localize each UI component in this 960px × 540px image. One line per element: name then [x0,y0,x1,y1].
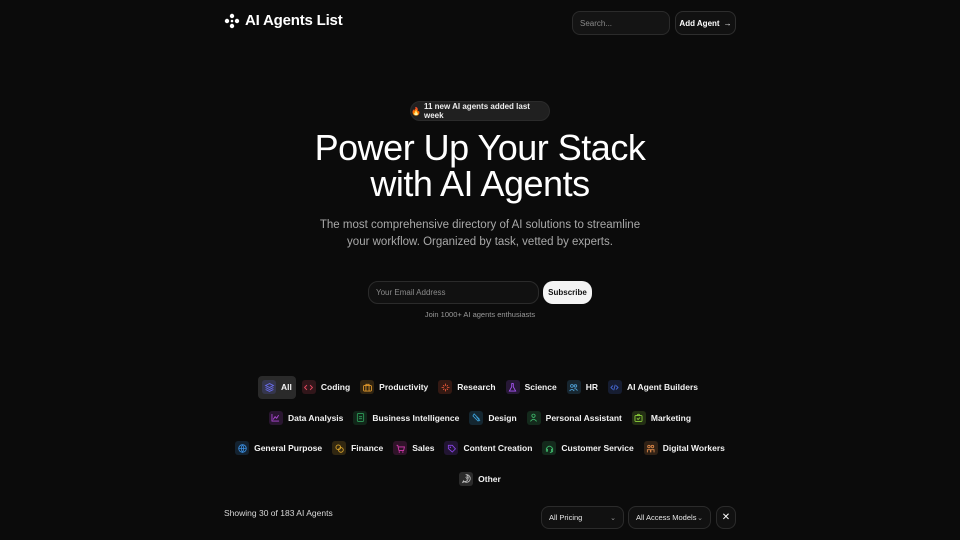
layers-icon [262,380,276,395]
category-label: Science [524,382,557,393]
category-data-analysis[interactable]: Data Analysis [265,407,347,430]
pricing-select[interactable]: All Pricing ⌄ [541,506,624,529]
access-model-select[interactable]: All Access Models ⌄ [628,506,711,529]
category-label: All [281,382,292,393]
category-research[interactable]: Research [434,376,499,399]
users-icon [566,380,581,395]
search-input[interactable] [572,11,670,35]
category-coding[interactable]: Coding [298,376,354,399]
category-content-creation[interactable]: Content Creation [440,437,536,460]
category-label: General Purpose [254,443,323,454]
message-question-icon [459,471,474,486]
category-science[interactable]: Science [502,376,561,399]
category-label: Finance [351,443,384,454]
fire-icon: 🔥 [411,106,421,116]
hero-subtitle: The most comprehensive directory of AI s… [319,219,641,248]
category-label: Digital Workers [662,443,725,454]
chart-icon [268,410,283,425]
add-agent-button[interactable]: Add Agent → [675,11,736,35]
category-productivity[interactable]: Productivity [356,376,432,399]
new-agents-badge: 🔥 11 new AI agents added last week [410,101,550,121]
category-label: Marketing [650,412,692,423]
category-customer-service[interactable]: Customer Service [538,437,637,460]
add-agent-label: Add Agent [679,18,720,28]
newsletter-note: Join 1000+ AI agents enthusiasts [424,310,536,319]
arrow-right-icon: → [723,18,732,28]
category-sales[interactable]: Sales [389,437,438,460]
clear-filters-button[interactable]: ✕ [716,506,736,529]
tag-icon [444,441,459,456]
category-label: Coding [320,382,351,393]
category-hr[interactable]: HR [563,376,602,399]
code-tag-icon [607,380,622,395]
sparkle-logo-icon [224,13,240,28]
access-select-value: All Access Models [636,513,697,522]
category-filter: All Coding Productivity Research Science HR AI… [224,376,736,490]
brand-logo[interactable]: AI Agents List [224,12,343,29]
subscribe-button[interactable]: Subscribe [543,281,592,304]
category-business-intelligence[interactable]: Business Intelligence [349,407,463,430]
category-label: Personal Assistant [545,412,622,423]
category-other[interactable]: Other [455,468,505,491]
shopping-bag-icon [631,410,646,425]
cart-icon [393,441,408,456]
category-all[interactable]: All [258,376,296,399]
page-title: Power Up Your Stack with AI Agents [0,130,960,202]
badge-text: 11 new AI agents added last week [423,102,530,120]
category-label: Design [488,412,517,423]
brand-name: AI Agents List [245,12,343,29]
sparkle-icon [438,380,453,395]
category-marketing[interactable]: Marketing [628,407,695,430]
title-line-2: with AI Agents [370,163,590,204]
coins-icon [332,441,347,456]
globe-icon [235,441,250,456]
pen-tool-icon [469,410,484,425]
category-ai-agent-builders[interactable]: AI Agent Builders [604,376,702,399]
pricing-select-value: All Pricing [549,513,583,522]
category-label: Sales [412,443,435,454]
email-field[interactable] [368,281,539,304]
category-label: Customer Service [561,443,634,454]
user-icon [526,410,541,425]
category-label: Content Creation [463,443,533,454]
title-line-1: Power Up Your Stack [314,127,646,168]
category-personal-assistant[interactable]: Personal Assistant [523,407,626,430]
report-icon [353,410,368,425]
category-label: Other [478,473,501,484]
results-count: Showing 30 of 183 AI Agents [224,508,333,518]
category-label: AI Agent Builders [626,382,698,393]
category-label: Data Analysis [287,412,344,423]
category-label: Business Intelligence [372,412,460,423]
category-digital-workers[interactable]: Digital Workers [640,437,729,460]
category-label: Research [457,382,496,393]
header: AI Agents List Add Agent → [0,0,960,44]
category-finance[interactable]: Finance [328,437,387,460]
close-icon: ✕ [721,512,731,523]
chevron-down-icon: ⌄ [697,514,703,522]
briefcase-icon [360,380,375,395]
category-label: Productivity [379,382,429,393]
workers-icon [643,441,658,456]
chevron-down-icon: ⌄ [610,514,616,522]
code-icon [301,380,316,395]
headset-icon [542,441,557,456]
flask-icon [505,380,520,395]
category-label: HR [585,382,598,393]
category-design[interactable]: Design [465,407,520,430]
category-general-purpose[interactable]: General Purpose [231,437,326,460]
